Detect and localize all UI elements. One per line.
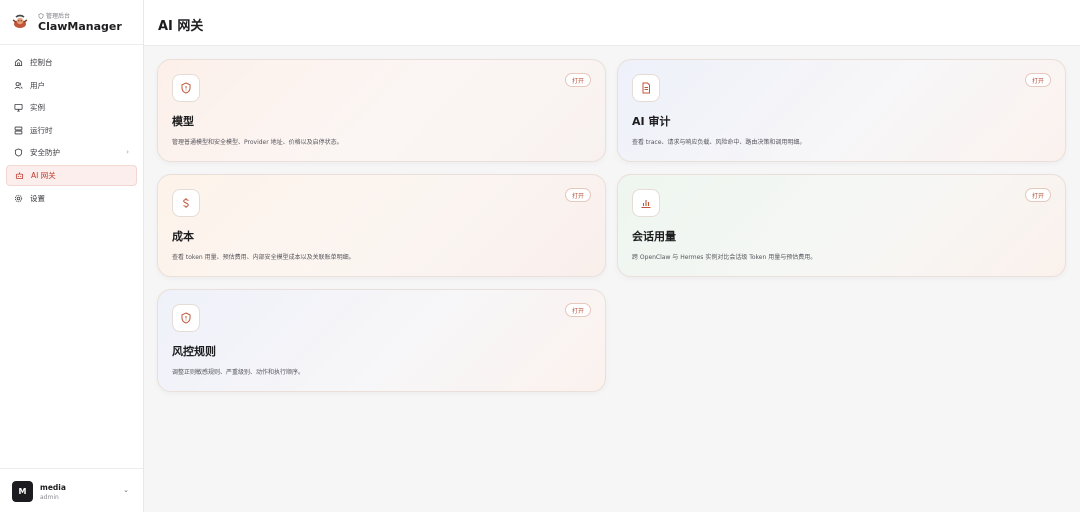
card-description: 查看 token 用量、预估费用、内部安全模型成本以及关联账单明细。 [172,254,355,261]
sidebar-item-runtime[interactable]: 运行时 [6,120,137,141]
user-role: admin [40,494,59,501]
shield-icon [172,74,200,102]
card-ai-audit[interactable]: 打开 AI 审计 查看 trace、请求与响应负载、风险命中、路由决策和调用明细… [617,59,1066,162]
claw-logo-icon [10,12,30,32]
card-models[interactable]: 打开 模型 管理普通模型和安全模型、Provider 地址、价格以及启停状态。 [157,59,606,162]
card-title: 风控规则 [172,345,216,358]
card-title: AI 审计 [632,115,671,128]
file-icon [632,74,660,102]
card-title: 成本 [172,230,194,243]
card-description: 管理普通模型和安全模型、Provider 地址、价格以及启停状态。 [172,139,343,146]
card-risk-rules[interactable]: 打开 风控规则 调整正则敏感规则、严重级别、动作和执行顺序。 [157,289,606,392]
sidebar-item-instances[interactable]: 实例 [6,97,137,118]
card-title: 模型 [172,115,194,128]
bar-chart-icon [632,189,660,217]
card-title: 会话用量 [632,230,676,243]
sidebar-item-label: 控制台 [30,58,53,67]
sidebar-nav: 控制台 用户 实例 运行时 安全防护 › AI 网关 设置 [6,52,137,210]
card-session-usage[interactable]: 打开 会话用量 跨 OpenClaw 与 Hermes 实例对比会话级 Toke… [617,174,1066,277]
chevron-down-icon: ⌄ [123,486,129,494]
open-button[interactable]: 打开 [564,73,591,87]
user-menu[interactable]: M media admin ⌄ [0,468,143,512]
sidebar-item-dashboard[interactable]: 控制台 [6,52,137,73]
sidebar-item-label: 安全防护 [30,148,60,158]
avatar: M [12,481,33,502]
sidebar-item-label: 实例 [30,103,45,113]
users-icon [13,80,23,90]
open-button[interactable]: 打开 [1024,188,1051,202]
brand-title: ClawManager [38,20,122,33]
server-icon [13,125,23,135]
brand-subtitle: 管理后台 [38,11,70,20]
bot-icon [14,170,24,180]
card-description: 查看 trace、请求与响应负载、风险命中、路由决策和调用明细。 [632,139,806,146]
open-button[interactable]: 打开 [564,188,591,202]
sidebar-item-users[interactable]: 用户 [6,75,137,96]
user-name: media [40,483,66,492]
card-cost[interactable]: 打开 成本 查看 token 用量、预估费用、内部安全模型成本以及关联账单明细。 [157,174,606,277]
card-description: 跨 OpenClaw 与 Hermes 实例对比会话级 Token 用量与预估费… [632,254,817,261]
shield-icon [38,12,44,19]
header: AI 网关 [144,0,1080,46]
open-button[interactable]: 打开 [1024,73,1051,87]
brand[interactable]: 管理后台 ClawManager [0,0,143,45]
sidebar-item-label: AI 网关 [31,170,56,180]
sidebar-item-label: 运行时 [30,125,53,135]
dollar-icon [172,189,200,217]
monitor-icon [13,103,23,113]
gear-icon [13,193,23,203]
sidebar-item-ai-gateway[interactable]: AI 网关 [6,164,137,186]
open-button[interactable]: 打开 [564,303,591,317]
page-title: AI 网关 [158,19,204,34]
sidebar-item-label: 用户 [30,80,45,90]
shield-icon [13,148,23,158]
shield-icon [172,304,200,332]
sidebar-item-settings[interactable]: 设置 [6,188,137,209]
home-icon [13,58,23,68]
chevron-right-icon: › [126,148,129,157]
sidebar: 管理后台 ClawManager 控制台 用户 实例 运行时 安全防护 › AI… [0,0,144,512]
card-description: 调整正则敏感规则、严重级别、动作和执行顺序。 [172,369,305,376]
sidebar-item-label: 设置 [30,193,45,203]
sidebar-item-security[interactable]: 安全防护 › [6,142,137,163]
brand-subtitle-text: 管理后台 [46,13,71,20]
